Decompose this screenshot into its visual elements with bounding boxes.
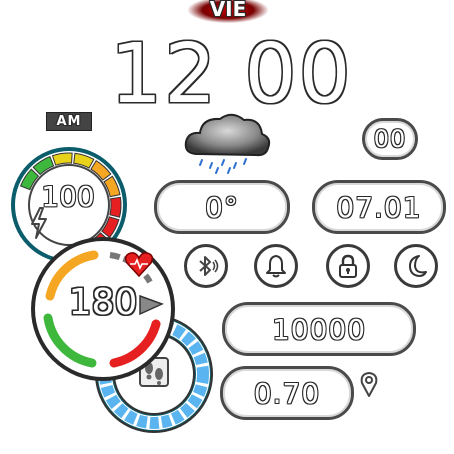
- distance-value: 0.70: [253, 376, 321, 410]
- alarm-button[interactable]: [254, 244, 298, 288]
- seconds-pill: 00: [362, 118, 418, 160]
- battery-segment: [109, 196, 122, 218]
- heart-rate-value: 180: [68, 282, 138, 323]
- watch-face: VIE 12 00 AM 00 0° 07.01 10000 0.70 100 …: [0, 0, 454, 454]
- moon-icon: [409, 255, 427, 277]
- bluetooth-icon: [199, 256, 219, 276]
- seconds-value: 00: [373, 125, 407, 153]
- date-pill: 07.01: [312, 180, 446, 234]
- heart-icon: [124, 252, 154, 278]
- steps-value: 10000: [271, 312, 367, 346]
- bluetooth-button[interactable]: [184, 244, 228, 288]
- do-not-disturb-button[interactable]: [394, 244, 438, 288]
- ampm-badge: AM: [46, 112, 92, 131]
- temperature-pill: 0°: [154, 180, 290, 234]
- date-value: 07.01: [336, 190, 422, 224]
- steps-pill: 10000: [222, 302, 416, 356]
- ampm-label: AM: [56, 114, 82, 129]
- battery-segment: [51, 152, 73, 166]
- distance-pill: 0.70: [220, 366, 354, 420]
- temperature-value: 0°: [205, 190, 239, 224]
- rain-cloud-icon: [184, 113, 271, 174]
- lightning-icon: [31, 207, 47, 239]
- bell-icon: [266, 255, 286, 278]
- day-of-week: VIE: [188, 0, 268, 23]
- lock-button[interactable]: [326, 244, 370, 288]
- time-display: 12 00: [110, 30, 370, 120]
- lock-icon: [339, 254, 357, 278]
- location-pin-icon: [360, 372, 378, 397]
